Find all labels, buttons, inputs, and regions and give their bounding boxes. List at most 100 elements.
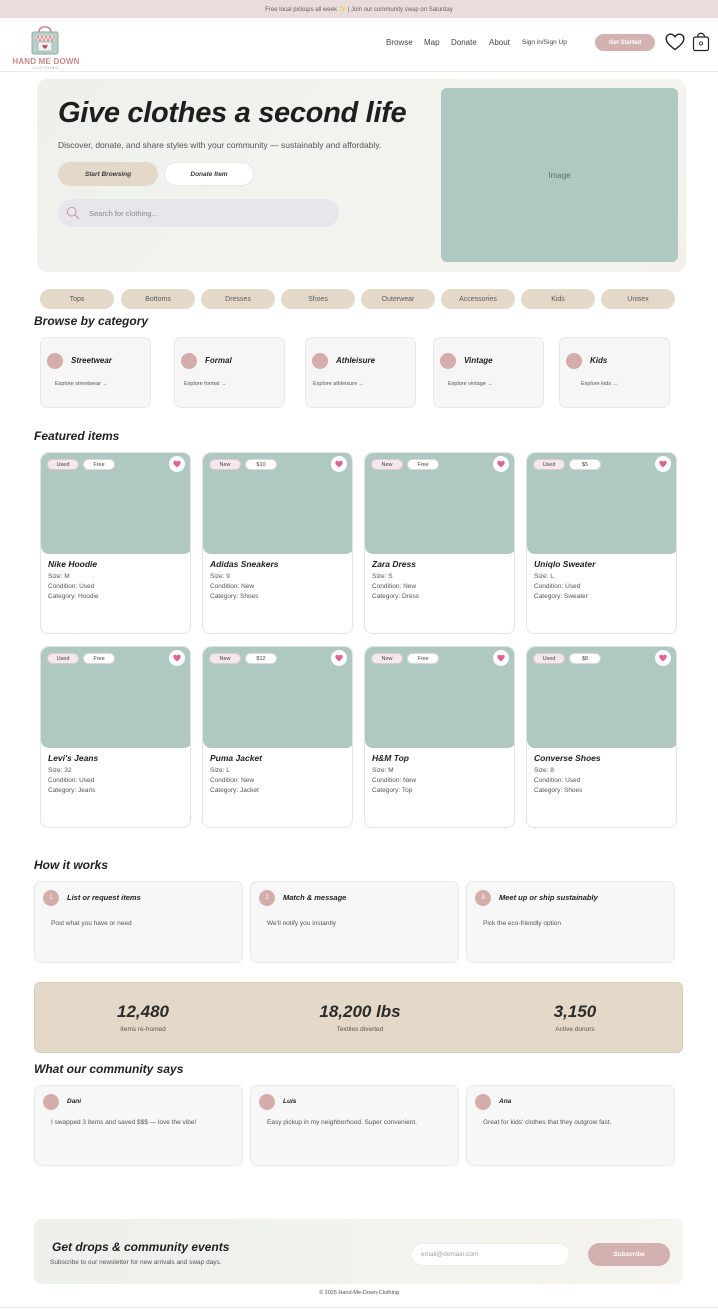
step-number: 3 <box>475 890 491 906</box>
chip-unisex[interactable]: Unisex <box>601 289 675 309</box>
stat-value: 3,150 <box>553 1002 597 1021</box>
item-category: Category: Shoes <box>534 787 583 794</box>
item-card[interactable]: Used $5 Uniqlo Sweater Size: L Condition… <box>526 452 677 634</box>
item-size: Size: 9 <box>210 573 230 580</box>
category-icon <box>566 353 582 369</box>
category-name: Vintage <box>464 356 493 365</box>
chip-dresses[interactable]: Dresses <box>201 289 275 309</box>
item-condition: Condition: Used <box>534 777 581 784</box>
category-card-streetwear[interactable]: Streetwear Explore streetwear → <box>40 337 151 408</box>
stat-label: Items re-homed <box>120 1026 166 1033</box>
condition-tag: New <box>209 653 241 664</box>
heart-icon[interactable] <box>665 33 685 51</box>
item-name: Puma Jacket <box>210 753 262 763</box>
nav-link-browse[interactable]: Browse <box>386 38 413 47</box>
search-icon <box>66 206 80 220</box>
avatar <box>259 1094 275 1110</box>
logo[interactable]: HAND ME DOWN CLOTHING <box>10 21 82 70</box>
header-nav: HAND ME DOWN CLOTHING Browse Map Donate … <box>0 18 718 72</box>
item-card[interactable]: New Free H&M Top Size: M Condition: New … <box>364 646 515 828</box>
item-condition: Condition: Used <box>48 777 95 784</box>
stat-value: 18,200 lbs <box>319 1002 401 1021</box>
chip-kids[interactable]: Kids <box>521 289 595 309</box>
footer-copyright: © 2025 Hand-Me-Down-Clothing <box>319 1290 399 1296</box>
favorite-button[interactable] <box>493 650 509 666</box>
newsletter-section: Get drops & community events Subscribe t… <box>34 1219 683 1284</box>
category-name: Formal <box>205 356 232 365</box>
item-card[interactable]: New $12 Puma Jacket Size: L Condition: N… <box>202 646 353 828</box>
chip-shoes[interactable]: Shoes <box>281 289 355 309</box>
item-card[interactable]: Used Free Levi's Jeans Size: 32 Conditio… <box>40 646 191 828</box>
category-icon <box>181 353 197 369</box>
item-card[interactable]: Used Free Nike Hoodie Size: M Condition:… <box>40 452 191 634</box>
chip-accessories[interactable]: Accessories <box>441 289 515 309</box>
item-card[interactable]: Used $8 Converse Shoes Size: 8 Condition… <box>526 646 677 828</box>
favorite-button[interactable] <box>493 456 509 472</box>
chip-outerwear[interactable]: Outerwear <box>361 289 435 309</box>
category-link[interactable]: Explore kids → <box>581 381 618 387</box>
heart-icon <box>659 654 667 662</box>
category-link[interactable]: Explore formal → <box>184 381 227 387</box>
step-card: 3 Meet up or ship sustainably Pick the e… <box>466 881 675 963</box>
category-link[interactable]: Explore vintage → <box>448 381 493 387</box>
condition-tag: New <box>371 459 403 470</box>
stat-textiles-diverted: 18,200 lbs Textiles diverted <box>275 983 445 1054</box>
category-name: Streetwear <box>71 356 112 365</box>
item-size: Size: 8 <box>534 767 554 774</box>
testimonial-card: Dani I swapped 3 items and saved $$$ — l… <box>34 1085 243 1166</box>
featured-title: Featured items <box>34 429 120 443</box>
heart-icon <box>335 654 343 662</box>
item-size: Size: L <box>534 573 554 580</box>
item-condition: Condition: New <box>210 777 255 784</box>
favorite-button[interactable] <box>331 456 347 472</box>
search-input[interactable] <box>89 199 329 227</box>
testimonial-name: Dani <box>67 1098 82 1105</box>
price-tag: $10 <box>245 459 277 470</box>
nav-link-map[interactable]: Map <box>424 38 440 47</box>
category-icon <box>440 353 456 369</box>
condition-tag: Used <box>47 459 79 470</box>
email-field[interactable] <box>411 1243 570 1266</box>
favorite-button[interactable] <box>169 650 185 666</box>
category-card-formal[interactable]: Formal Explore formal → <box>174 337 285 408</box>
brand-name: HAND ME DOWN <box>12 57 80 66</box>
stat-value: 12,480 <box>117 1002 169 1021</box>
item-category: Category: Shoes <box>210 593 259 600</box>
subscribe-button[interactable]: Subscribe <box>588 1243 670 1266</box>
condition-tag: Used <box>533 653 565 664</box>
nav-link-donate[interactable]: Donate <box>451 38 477 47</box>
category-link[interactable]: Explore streetwear → <box>55 381 108 387</box>
announcement-bar: Free local pickups all week ✨ | Join our… <box>0 0 718 18</box>
donate-item-button[interactable]: Donate Item <box>164 162 254 186</box>
avatar <box>475 1094 491 1110</box>
sign-in-link[interactable]: Sign in/Sign Up <box>522 39 567 46</box>
category-card-athleisure[interactable]: Athleisure Explore athleisure → <box>305 337 416 408</box>
price-tag: Free <box>83 459 115 470</box>
favorite-button[interactable] <box>655 456 671 472</box>
shopping-bag-icon[interactable] <box>692 30 710 52</box>
start-browsing-button[interactable]: Start Browsing <box>58 162 158 186</box>
hero-section: Give clothes a second life Discover, don… <box>37 79 686 272</box>
category-card-kids[interactable]: Kids Explore kids → <box>559 337 670 408</box>
favorite-button[interactable] <box>331 650 347 666</box>
favorite-button[interactable] <box>169 456 185 472</box>
nav-link-about[interactable]: About <box>489 38 510 47</box>
condition-tag: Used <box>47 653 79 664</box>
item-category: Category: Jacket <box>210 787 259 794</box>
chip-tops[interactable]: Tops <box>40 289 114 309</box>
footer-divider <box>0 1307 718 1308</box>
item-category: Category: Hoodie <box>48 593 99 600</box>
heart-icon <box>173 460 181 468</box>
price-tag: Free <box>407 653 439 664</box>
favorite-button[interactable] <box>655 650 671 666</box>
item-card[interactable]: New $10 Adidas Sneakers Size: 9 Conditio… <box>202 452 353 634</box>
step-card: 1 List or request items Post what you ha… <box>34 881 243 963</box>
chip-bottoms[interactable]: Bottoms <box>121 289 195 309</box>
category-card-vintage[interactable]: Vintage Explore vintage → <box>433 337 544 408</box>
category-link[interactable]: Explore athleisure → <box>313 381 364 387</box>
get-started-button[interactable]: Get Started <box>595 34 655 51</box>
stat-active-donors: 3,150 Active donors <box>490 983 660 1054</box>
item-size: Size: L <box>210 767 230 774</box>
item-card[interactable]: New Free Zara Dress Size: S Condition: N… <box>364 452 515 634</box>
impact-stats: 12,480 Items re-homed 18,200 lbs Textile… <box>34 982 683 1053</box>
